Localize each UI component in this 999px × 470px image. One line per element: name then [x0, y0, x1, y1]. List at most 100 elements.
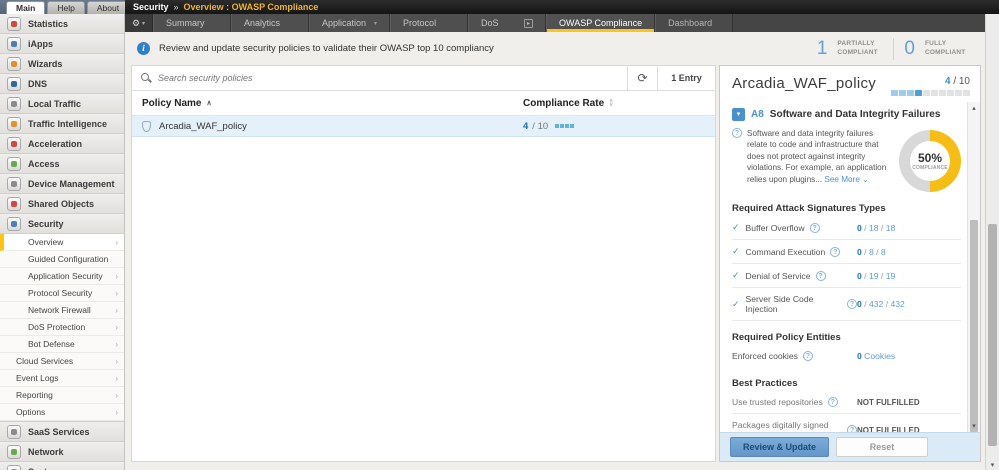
sidebar-item-label: iApps: [28, 38, 54, 49]
signature-row-buffer-overflow: ✓ Buffer Overflow ? 0 / 18 / 18: [732, 216, 961, 240]
submenu-item-network-firewall[interactable]: Network Firewall ›: [0, 302, 124, 319]
sidebar-item-shared-objects[interactable]: Shared Objects: [0, 194, 124, 214]
refresh-button[interactable]: ⟳: [627, 66, 657, 90]
submenu-item-label: DoS Protection: [28, 322, 86, 332]
window-scrollbar[interactable]: ▾: [985, 14, 999, 470]
tab-help[interactable]: Help: [47, 1, 85, 14]
search-icon: [141, 73, 151, 83]
submenu-item-cloud-services[interactable]: Cloud Services ›: [0, 353, 124, 370]
sidebar-item-label: Access: [28, 158, 60, 169]
column-header-policy-name[interactable]: Policy Name ∧: [142, 98, 212, 109]
collapse-icon[interactable]: ▾: [732, 108, 745, 121]
sidebar-item-statistics[interactable]: Statistics: [0, 14, 124, 34]
refresh-icon: ⟳: [637, 71, 648, 85]
chevron-right-icon: ›: [115, 407, 118, 417]
panel-header: Arcadia_WAF_policy 4 / 10: [720, 66, 980, 102]
info-banner-row: i Review and update security policies to…: [125, 32, 985, 65]
best-practice-label: Packages digitally signed and ...: [732, 420, 829, 432]
help-icon[interactable]: ?: [815, 270, 826, 281]
sidebar-item-access[interactable]: Access: [0, 154, 124, 174]
help-icon[interactable]: ?: [847, 299, 857, 309]
column-header-compliance-rate[interactable]: Compliance Rate ∧ ∨: [523, 98, 715, 109]
sidebar-item-iapps[interactable]: iApps: [0, 34, 124, 54]
tab-about[interactable]: About: [86, 1, 130, 14]
sidebar-item-saas-services[interactable]: SaaS Services: [0, 422, 124, 442]
sidebar-item-system[interactable]: System: [0, 462, 124, 470]
table-row-arcadia-waf-policy[interactable]: Arcadia_WAF_policy 4 / 10: [132, 116, 715, 137]
statistics-icon: [7, 16, 21, 31]
help-icon[interactable]: ?: [830, 246, 841, 257]
window-scroll-down-arrow[interactable]: ▾: [986, 461, 999, 469]
entity-value: 0 Cookies: [857, 351, 961, 361]
val-3[interactable]: 432: [890, 299, 904, 309]
tab-summary[interactable]: Summary: [153, 14, 231, 32]
submenu-item-overview[interactable]: Overview ›: [0, 234, 124, 251]
tab-dashboard[interactable]: Dashboard: [655, 14, 734, 32]
help-icon[interactable]: ?: [827, 397, 838, 407]
review-update-button[interactable]: Review & Update: [730, 437, 830, 457]
reset-button[interactable]: Reset: [836, 437, 929, 457]
see-more-link[interactable]: See More ⌄: [824, 175, 869, 184]
tab-options-gear-button[interactable]: ⚙ ▾: [125, 14, 153, 32]
submenu-item-dos-protection[interactable]: DoS Protection ›: [0, 319, 124, 336]
sidebar-item-wizards[interactable]: Wizards: [0, 54, 124, 74]
scrollbar-thumb[interactable]: [970, 220, 978, 432]
scroll-up-arrow[interactable]: ▴: [968, 104, 980, 112]
sidebar-item-device-management[interactable]: Device Management: [0, 174, 124, 194]
submenu-item-protocol-security[interactable]: Protocol Security ›: [0, 285, 124, 302]
submenu-item-guided-configuration[interactable]: Guided Configuration: [0, 251, 124, 268]
window-scrollbar-thumb[interactable]: [988, 224, 997, 446]
chevron-right-icon: ›: [115, 373, 118, 383]
signature-label: Denial of Service: [745, 270, 811, 281]
submenu-item-options[interactable]: Options ›: [0, 404, 124, 421]
tab-owasp-compliance[interactable]: OWASP Compliance: [546, 14, 656, 32]
tab-protocol[interactable]: Protocol: [390, 14, 469, 32]
submenu-item-reporting[interactable]: Reporting ›: [0, 387, 124, 404]
divider: [893, 37, 895, 60]
sidebar-item-acceleration[interactable]: Acceleration: [0, 134, 124, 154]
help-icon[interactable]: ?: [802, 351, 813, 361]
security-submenu: Overview › Guided Configuration Applicati…: [0, 234, 124, 422]
submenu-item-application-security[interactable]: Application Security ›: [0, 268, 124, 285]
help-icon[interactable]: ?: [809, 222, 820, 233]
help-icon[interactable]: ?: [847, 425, 857, 432]
sidebar-item-network[interactable]: Network: [0, 442, 124, 462]
val-2[interactable]: 18: [869, 223, 879, 233]
entities-section-title: Required Policy Entities: [732, 332, 841, 343]
compliance-counts: 1 PARTIALLY COMPLIANT 0 FULLY COMPLIANT: [817, 37, 971, 60]
val-2[interactable]: 432: [869, 299, 883, 309]
sidebar-item-traffic-intelligence[interactable]: Traffic Intelligence: [0, 114, 124, 134]
submenu-item-bot-defense[interactable]: Bot Defense ›: [0, 336, 124, 353]
device-management-icon: [7, 176, 21, 191]
val-3[interactable]: 8: [881, 247, 886, 257]
panel-scrollbar[interactable]: ▴ ▾: [967, 102, 980, 432]
val-2[interactable]: 8: [869, 247, 874, 257]
entity-link[interactable]: Cookies: [864, 351, 895, 361]
search-box: [132, 66, 627, 90]
sidebar-item-dns[interactable]: DNS: [0, 74, 124, 94]
submenu-item-label: Overview: [28, 237, 64, 247]
submenu-item-event-logs[interactable]: Event Logs ›: [0, 370, 124, 387]
val-3[interactable]: 19: [886, 271, 896, 281]
tab-analytics[interactable]: Analytics: [231, 14, 309, 32]
sidebar-item-label: Shared Objects: [28, 198, 95, 209]
tab-main[interactable]: Main: [6, 1, 46, 14]
traffic-intelligence-icon: [7, 116, 21, 131]
tab-application[interactable]: Application ▾: [309, 14, 391, 32]
val-1: 0: [857, 222, 862, 233]
tab-label: Dashboard: [668, 18, 713, 28]
score-numerator: 4: [944, 76, 951, 87]
sidebar-item-security[interactable]: Security: [0, 214, 124, 234]
chevron-right-icon: ›: [115, 271, 118, 281]
gear-icon: ⚙: [131, 17, 141, 28]
val-3[interactable]: 18: [886, 223, 896, 233]
scroll-down-arrow[interactable]: ▾: [968, 422, 980, 430]
submenu-item-label: Event Logs: [16, 373, 59, 383]
policy-name: Arcadia_WAF_policy: [159, 120, 247, 132]
search-input[interactable]: [158, 73, 627, 83]
val-2[interactable]: 19: [869, 271, 879, 281]
sidebar-item-local-traffic[interactable]: Local Traffic: [0, 94, 124, 114]
tab-dos[interactable]: DoS ▸: [468, 14, 547, 32]
a8-section-header[interactable]: ▾ A8 Software and Data Integrity Failure…: [732, 108, 961, 121]
submenu-item-label: Options: [16, 407, 46, 417]
